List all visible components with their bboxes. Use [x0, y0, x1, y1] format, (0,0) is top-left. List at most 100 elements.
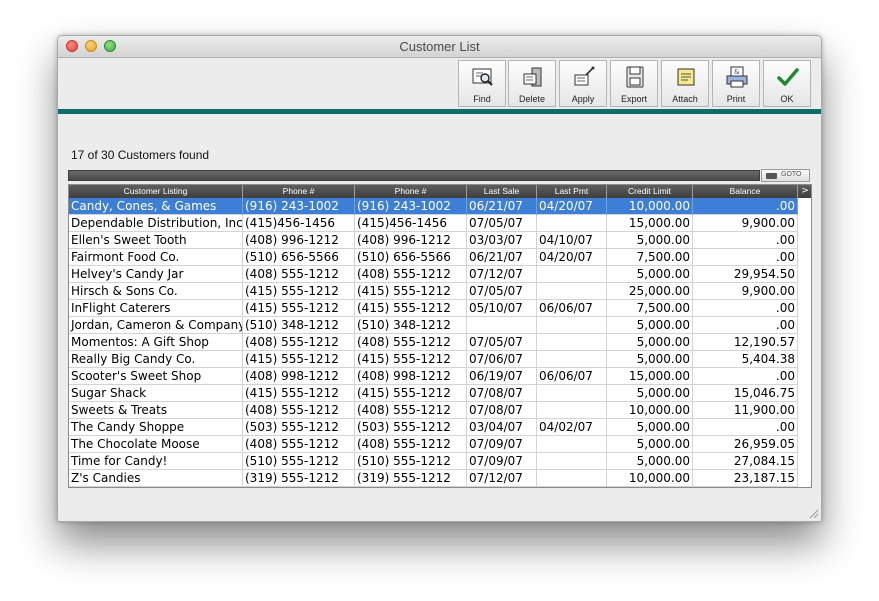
last-sale-cell: 03/04/07 — [467, 419, 537, 436]
balance-cell: 27,084.15 — [693, 453, 798, 470]
customer-list-window: Customer List Find Delete Apply Export A… — [57, 35, 822, 522]
phone-cell: (415)456-1456 — [243, 215, 355, 232]
customer-name-cell: Ellen's Sweet Tooth — [69, 232, 243, 249]
table-row[interactable]: Really Big Candy Co. (415) 555-1212 (415) … — [69, 351, 798, 368]
table-row[interactable]: Fairmont Food Co. (510) 656-5566 (510) 656… — [69, 249, 798, 266]
last-sale-cell: 07/09/07 — [467, 436, 537, 453]
keyboard-icon — [766, 173, 777, 179]
customer-name-cell: Time for Candy! — [69, 453, 243, 470]
last-pmt-cell: 04/20/07 — [537, 198, 607, 215]
table-row[interactable]: InFlight Caterers (415) 555-1212 (415) 555… — [69, 300, 798, 317]
balance-cell: 9,900.00 — [693, 283, 798, 300]
last-sale-cell: 07/05/07 — [467, 283, 537, 300]
customer-name-cell: Sweets & Treats — [69, 402, 243, 419]
apply-icon — [574, 66, 595, 86]
last-sale-cell: 07/08/07 — [467, 385, 537, 402]
phone-cell: (916) 243-1002 — [355, 198, 467, 215]
credit-limit-cell: 5,000.00 — [607, 385, 693, 402]
credit-limit-cell: 25,000.00 — [607, 283, 693, 300]
column-header-last-sale[interactable]: Last Sale — [467, 185, 537, 198]
customer-name-cell: Really Big Candy Co. — [69, 351, 243, 368]
phone-cell: (510) 555-1212 — [243, 453, 355, 470]
column-header-credit-limit[interactable]: Credit Limit — [607, 185, 693, 198]
column-header-last-pmt[interactable]: Last Pmt — [537, 185, 607, 198]
find-button[interactable]: Find — [458, 60, 506, 107]
goto-button[interactable]: GOTO — [761, 169, 810, 182]
balance-cell: 12,190.57 — [693, 334, 798, 351]
last-pmt-cell — [537, 385, 607, 402]
phone-cell: (408) 555-1212 — [243, 334, 355, 351]
customer-name-cell: Hirsch & Sons Co. — [69, 283, 243, 300]
balance-cell: 23,187.15 — [693, 470, 798, 487]
table-row[interactable]: The Candy Shoppe (503) 555-1212 (503) 555-… — [69, 419, 798, 436]
balance-cell: 9,900.00 — [693, 215, 798, 232]
credit-limit-cell: 10,000.00 — [607, 402, 693, 419]
credit-limit-cell: 5,000.00 — [607, 351, 693, 368]
customer-name-cell: InFlight Caterers — [69, 300, 243, 317]
table-row[interactable]: Ellen's Sweet Tooth (408) 996-1212 (408) 9… — [69, 232, 798, 249]
credit-limit-cell: 10,000.00 — [607, 198, 693, 215]
column-header-phone-1[interactable]: Phone # — [243, 185, 355, 198]
title-bar[interactable]: Customer List — [58, 36, 821, 58]
phone-cell: (510) 656-5566 — [243, 249, 355, 266]
last-pmt-cell — [537, 470, 607, 487]
table-row[interactable]: Hirsch & Sons Co. (415) 555-1212 (415) 555… — [69, 283, 798, 300]
resize-grip-icon[interactable] — [807, 507, 819, 519]
attach-button[interactable]: Attach — [661, 60, 709, 107]
phone-cell: (503) 555-1212 — [355, 419, 467, 436]
customer-name-cell: Helvey's Candy Jar — [69, 266, 243, 283]
table-row[interactable]: Dependable Distribution, Inc. (415)456-14… — [69, 215, 798, 232]
phone-cell: (408) 555-1212 — [355, 334, 467, 351]
table-row[interactable]: Sweets & Treats (408) 555-1212 (408) 555-1… — [69, 402, 798, 419]
table-row[interactable]: Jordan, Cameron & Company (510) 348-1212(… — [69, 317, 798, 334]
table-row[interactable]: Time for Candy! (510) 555-1212 (510) 555-1… — [69, 453, 798, 470]
export-button[interactable]: Export — [610, 60, 658, 107]
last-sale-cell — [467, 317, 537, 334]
column-header-phone-2[interactable]: Phone # — [355, 185, 467, 198]
table-row[interactable]: Candy, Cones, & Games (916) 243-1002 (916)… — [69, 198, 798, 215]
attach-button-label: Attach — [672, 94, 698, 104]
table-row[interactable]: The Chocolate Moose (408) 555-1212 (408) 5… — [69, 436, 798, 453]
delete-button[interactable]: Delete — [508, 60, 556, 107]
customer-name-cell: Momentos: A Gift Shop — [69, 334, 243, 351]
balance-cell: 15,046.75 — [693, 385, 798, 402]
delete-button-label: Delete — [518, 94, 545, 104]
phone-cell: (415) 555-1212 — [355, 300, 467, 317]
phone-cell: (510) 555-1212 — [355, 453, 467, 470]
customer-name-cell: Sugar Shack — [69, 385, 243, 402]
customer-name-cell: Fairmont Food Co. — [69, 249, 243, 266]
phone-cell: (319) 555-1212 — [355, 470, 467, 487]
table-row[interactable]: Sugar Shack (415) 555-1212 (415) 555-1212 0… — [69, 385, 798, 402]
more-columns-indicator[interactable]: > — [798, 185, 811, 198]
last-pmt-cell — [537, 334, 607, 351]
print-button[interactable]: & Print — [712, 60, 760, 107]
last-pmt-cell: 06/06/07 — [537, 300, 607, 317]
last-sale-cell: 06/21/07 — [467, 249, 537, 266]
last-sale-cell: 07/09/07 — [467, 453, 537, 470]
last-pmt-cell — [537, 283, 607, 300]
column-header-balance[interactable]: Balance — [693, 185, 798, 198]
credit-limit-cell: 15,000.00 — [607, 368, 693, 385]
toolbar: Find Delete Apply Export Attach & Print … — [58, 58, 821, 109]
phone-cell: (510) 348-1212 — [243, 317, 355, 334]
last-pmt-cell — [537, 351, 607, 368]
table-row[interactable]: Helvey's Candy Jar (408) 555-1212 (408) 55… — [69, 266, 798, 283]
last-pmt-cell — [537, 266, 607, 283]
column-header-customer-listing[interactable]: Customer Listing — [69, 185, 243, 198]
table-row[interactable]: Scooter's Sweet Shop (408) 998-1212 (408) … — [69, 368, 798, 385]
search-bar[interactable] — [68, 170, 760, 181]
attach-icon — [677, 68, 695, 86]
customer-name-cell: The Chocolate Moose — [69, 436, 243, 453]
customer-name-cell: Candy, Cones, & Games — [69, 198, 243, 215]
last-sale-cell: 07/12/07 — [467, 266, 537, 283]
table-row[interactable]: Momentos: A Gift Shop (408) 555-1212 (408)… — [69, 334, 798, 351]
phone-cell: (415) 555-1212 — [243, 385, 355, 402]
phone-cell: (408) 996-1212 — [243, 232, 355, 249]
delete-icon — [523, 67, 542, 87]
table-row[interactable]: Z's Candies (319) 555-1212 (319) 555-1212 0… — [69, 470, 798, 487]
phone-cell: (408) 555-1212 — [355, 402, 467, 419]
phone-cell: (415) 555-1212 — [355, 283, 467, 300]
table-header: Customer Listing Phone # Phone # Last Sa… — [69, 185, 811, 198]
apply-button[interactable]: Apply — [559, 60, 607, 107]
ok-button[interactable]: OK — [763, 60, 811, 107]
